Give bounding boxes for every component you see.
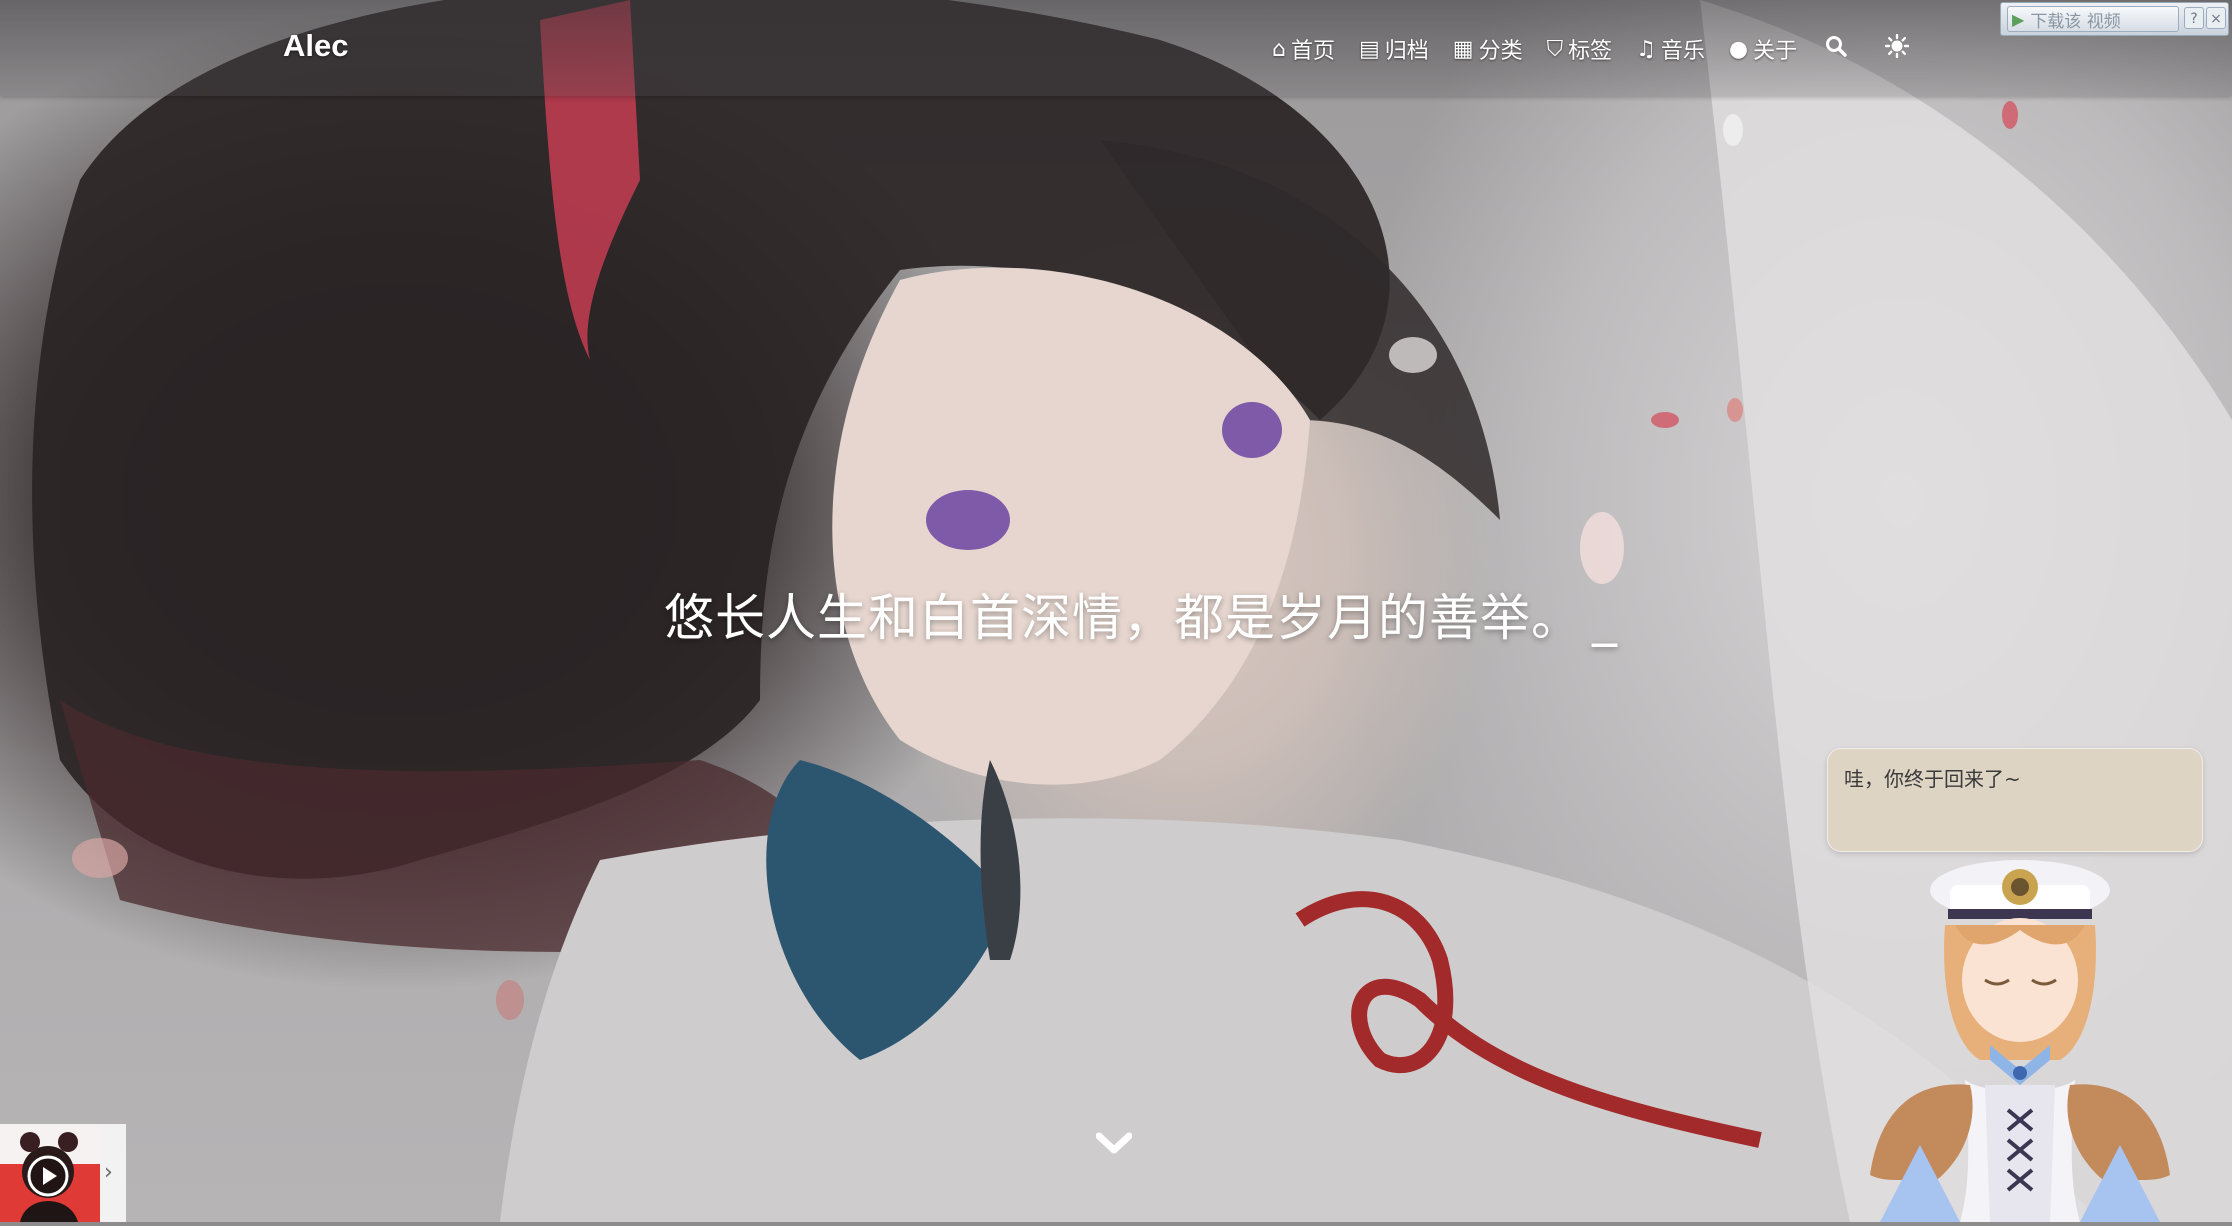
hero-subtitle-text: 悠长人生和白首深情，都是岁月的善举。 (664, 589, 1582, 647)
site-title[interactable]: Alec (283, 28, 348, 64)
nav-item-about[interactable]: ● 关于 (1729, 33, 1797, 65)
sun-icon (1884, 33, 1910, 59)
music-play-button[interactable] (26, 1154, 70, 1198)
search-button[interactable] (1825, 35, 1847, 63)
live2d-mascot[interactable] (1860, 845, 2180, 1222)
download-video-bar: ▶ 下载该 视频 ? × (2000, 2, 2229, 36)
nav-item-music[interactable]: ♫ 音乐 (1636, 33, 1705, 65)
scroll-down-button[interactable] (1095, 1130, 1133, 1158)
close-button[interactable]: × (2206, 7, 2226, 29)
play-circle-icon (27, 1155, 69, 1197)
music-player-toggle[interactable]: › (104, 1160, 113, 1185)
hero-subtitle: 悠长人生和白首深情，都是岁月的善举。 _ (664, 578, 1618, 650)
archive-icon: ▤ (1358, 36, 1380, 62)
nav-item-label: 标签 (1568, 39, 1613, 64)
tag-icon: ⛉ (1546, 36, 1564, 62)
music-player: › (0, 1124, 126, 1222)
nav-item-tags[interactable]: ⛉ 标签 (1547, 33, 1613, 65)
chevron-down-icon (1095, 1132, 1133, 1154)
download-video-button[interactable]: ▶ 下载该 视频 (2007, 6, 2179, 32)
typing-cursor: _ (1592, 589, 1618, 647)
live2d-message-text: 哇，你终于回来了~ (1844, 767, 2021, 791)
album-cover (0, 1124, 100, 1222)
live2d-message-bubble: 哇，你终于回来了~ (1827, 748, 2203, 852)
help-button[interactable]: ? (2184, 7, 2204, 29)
navbar: Alec ⌂ 首页 ▤ 归档 ▦ 分类 ⛉ 标签 ♫ 音乐 ● 关于 (0, 0, 2232, 96)
play-icon: ▶ (2012, 9, 2025, 29)
search-icon (1826, 36, 1847, 57)
nav-item-home[interactable]: ⌂ 首页 (1272, 33, 1335, 65)
theme-toggle-button[interactable] (1884, 33, 1910, 64)
category-icon: ▦ (1452, 36, 1474, 62)
user-icon: ● (1728, 36, 1749, 62)
nav-item-label: 分类 (1478, 39, 1523, 64)
nav-item-label: 音乐 (1660, 39, 1705, 64)
nav-item-label: 关于 (1753, 39, 1798, 64)
download-video-label: 下载该 视频 (2030, 11, 2121, 32)
mascot-figure (1870, 860, 2170, 1222)
music-icon: ♫ (1636, 36, 1656, 62)
home-icon: ⌂ (1272, 36, 1286, 62)
nav-menu: ⌂ 首页 ▤ 归档 ▦ 分类 ⛉ 标签 ♫ 音乐 ● 关于 (1272, 33, 1943, 65)
nav-item-label: 首页 (1290, 39, 1335, 64)
nav-item-label: 归档 (1384, 39, 1429, 64)
nav-item-archive[interactable]: ▤ 归档 (1359, 33, 1429, 65)
nav-item-categories[interactable]: ▦ 分类 (1453, 33, 1523, 65)
